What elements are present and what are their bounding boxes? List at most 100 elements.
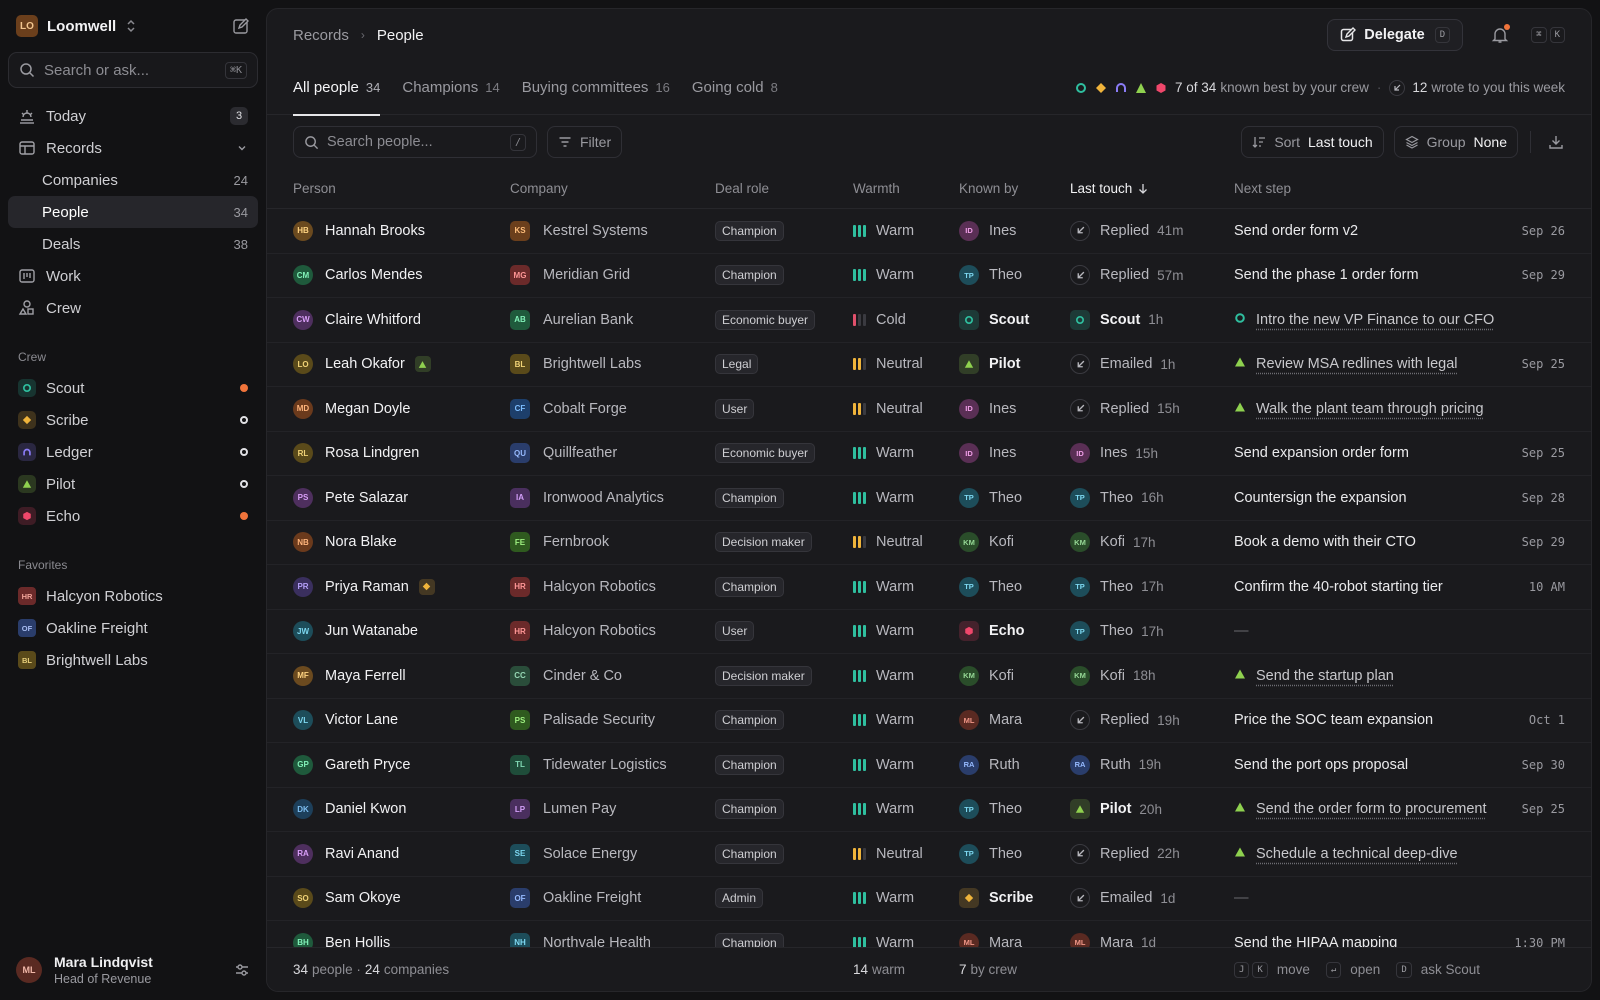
person-cell: GP Gareth Pryce (293, 754, 510, 775)
next-step-text[interactable]: Review MSA redlines with legal (1256, 356, 1457, 372)
table-row[interactable]: GP Gareth Pryce TL Tidewater Logistics Champ… (267, 743, 1591, 788)
next-step-text[interactable]: Send the startup plan (1256, 668, 1394, 684)
next-step-text[interactable]: Send the order form to procurement (1256, 801, 1487, 817)
person-name[interactable]: Leah Okafor (325, 356, 405, 372)
company-name[interactable]: Brightwell Labs (543, 356, 641, 372)
col-last-touch[interactable]: Last touch (1070, 181, 1234, 196)
people-search-input[interactable]: Search people... / (293, 126, 537, 158)
last-touch-text: Replied (1100, 400, 1150, 417)
company-name[interactable]: Solace Energy (543, 846, 637, 862)
company-name[interactable]: Kestrel Systems (543, 223, 648, 239)
person-name[interactable]: Rosa Lindgren (325, 445, 419, 461)
person-name[interactable]: Claire Whitford (325, 312, 421, 328)
user-profile[interactable]: ML Mara Lindqvist Head of Revenue (16, 954, 250, 986)
next-step-text[interactable]: Walk the plant team through pricing (1256, 401, 1484, 417)
person-name[interactable]: Megan Doyle (325, 401, 410, 417)
person-name[interactable]: Hannah Brooks (325, 223, 425, 239)
nav-today[interactable]: Today 3 (8, 100, 258, 132)
status-dot (240, 448, 248, 456)
chevron-down-icon[interactable] (236, 142, 248, 154)
table-row[interactable]: DK Daniel Kwon LP Lumen Pay Champion Warm TP Th… (267, 788, 1591, 832)
crew-item-pilot[interactable]: Pilot (8, 468, 258, 500)
nav-companies[interactable]: Companies 24 (8, 164, 258, 196)
nav-work[interactable]: Work (8, 260, 258, 292)
sort-button[interactable]: Sort Last touch (1241, 126, 1384, 158)
person-name[interactable]: Pete Salazar (325, 490, 408, 506)
table-row[interactable]: LO Leah Okafor BL Brightwell Labs Legal Neutr… (267, 343, 1591, 387)
col-company[interactable]: Company (510, 181, 715, 196)
company-name[interactable]: Meridian Grid (543, 267, 630, 283)
table-row[interactable]: RL Rosa Lindgren QU Quillfeather Economic bu… (267, 432, 1591, 476)
person-name[interactable]: Maya Ferrell (325, 668, 406, 684)
person-name[interactable]: Priya Raman (325, 579, 409, 595)
company-name[interactable]: Cobalt Forge (543, 401, 627, 417)
table-row[interactable]: SO Sam Okoye OF Oakline Freight Admin Warm Scr… (267, 877, 1591, 921)
filter-button[interactable]: Filter (547, 126, 623, 158)
group-button[interactable]: Group None (1393, 126, 1518, 158)
col-next-step[interactable]: Next step (1234, 181, 1565, 196)
compose-icon[interactable] (232, 17, 250, 35)
nav-people[interactable]: People 34 (8, 196, 258, 228)
next-step-text[interactable]: Schedule a technical deep-dive (1256, 846, 1458, 862)
company-name[interactable]: Halcyon Robotics (543, 623, 656, 639)
nav-crew[interactable]: Crew (8, 292, 258, 324)
col-warmth[interactable]: Warmth (853, 181, 959, 196)
person-name[interactable]: Victor Lane (325, 712, 398, 728)
table-row[interactable]: PR Priya Raman HR Halcyon Robotics Champion W… (267, 565, 1591, 610)
tab-going-cold[interactable]: Going cold 8 (692, 61, 778, 115)
person-name[interactable]: Jun Watanabe (325, 623, 418, 639)
breadcrumb-parent[interactable]: Records (293, 27, 349, 44)
delegate-button[interactable]: Delegate D (1327, 19, 1464, 51)
company-name[interactable]: Halcyon Robotics (543, 579, 656, 595)
next-step-text[interactable]: Intro the new VP Finance to our CFO (1256, 312, 1494, 328)
table-row[interactable]: NB Nora Blake FE Fernbrook Decision maker Neu… (267, 521, 1591, 565)
company-name[interactable]: Lumen Pay (543, 801, 616, 817)
command-menu-shortcut[interactable]: ⌘ K (1531, 27, 1565, 43)
tab-all-people[interactable]: All people 34 (293, 61, 381, 116)
nav-records[interactable]: Records (8, 132, 258, 164)
company-name[interactable]: Palisade Security (543, 712, 655, 728)
crew-item-scribe[interactable]: Scribe (8, 404, 258, 436)
table-row[interactable]: PS Pete Salazar IA Ironwood Analytics Champi… (267, 476, 1591, 521)
table-row[interactable]: VL Victor Lane PS Palisade Security Champion… (267, 699, 1591, 743)
col-person[interactable]: Person (293, 181, 510, 196)
table-row[interactable]: RA Ravi Anand SE Solace Energy Champion Neutr… (267, 832, 1591, 877)
col-role[interactable]: Deal role (715, 181, 853, 196)
company-name[interactable]: Tidewater Logistics (543, 757, 667, 773)
company-logo: HR (18, 587, 36, 605)
person-name[interactable]: Ravi Anand (325, 846, 399, 862)
tab-buying-committees[interactable]: Buying committees 16 (522, 61, 670, 115)
crew-item-echo[interactable]: Echo (8, 500, 258, 532)
favorite-item[interactable]: BL Brightwell Labs (8, 644, 258, 676)
table-row[interactable]: MD Megan Doyle CF Cobalt Forge User Neutral ID… (267, 387, 1591, 432)
nav-deals[interactable]: Deals 38 (8, 228, 258, 260)
sliders-icon[interactable] (234, 962, 250, 978)
table-row[interactable]: CM Carlos Mendes MG Meridian Grid Champion Wa… (267, 254, 1591, 298)
table-row[interactable]: CW Claire Whitford AB Aurelian Bank Economic… (267, 298, 1591, 343)
company-name[interactable]: Aurelian Bank (543, 312, 633, 328)
col-known-by[interactable]: Known by (959, 181, 1070, 196)
company-name[interactable]: Oakline Freight (543, 890, 641, 906)
workspace-switcher[interactable]: LO Loomwell (8, 14, 258, 38)
person-name[interactable]: Gareth Pryce (325, 757, 410, 773)
favorite-item[interactable]: OF Oakline Freight (8, 612, 258, 644)
download-icon[interactable] (1547, 133, 1565, 151)
crew-item-ledger[interactable]: Ledger (8, 436, 258, 468)
table-row[interactable]: JW Jun Watanabe HR Halcyon Robotics User Warm… (267, 610, 1591, 654)
tab-champions[interactable]: Champions 14 (402, 61, 499, 115)
company-name[interactable]: Quillfeather (543, 445, 617, 461)
company-name[interactable]: Ironwood Analytics (543, 490, 664, 506)
person-name[interactable]: Nora Blake (325, 534, 397, 550)
person-name[interactable]: Sam Okoye (325, 890, 401, 906)
person-name[interactable]: Carlos Mendes (325, 267, 423, 283)
table-row[interactable]: HB Hannah Brooks KS Kestrel Systems Champion… (267, 209, 1591, 254)
warmth-bar (858, 313, 861, 326)
person-name[interactable]: Daniel Kwon (325, 801, 406, 817)
favorite-item[interactable]: HR Halcyon Robotics (8, 580, 258, 612)
company-name[interactable]: Cinder & Co (543, 668, 622, 684)
table-row[interactable]: MF Maya Ferrell CC Cinder & Co Decision make… (267, 654, 1591, 699)
crew-item-scout[interactable]: Scout (8, 372, 258, 404)
global-search[interactable]: Search or ask... ⌘K (8, 52, 258, 88)
company-name[interactable]: Fernbrook (543, 534, 609, 550)
notifications-button[interactable] (1491, 24, 1511, 44)
